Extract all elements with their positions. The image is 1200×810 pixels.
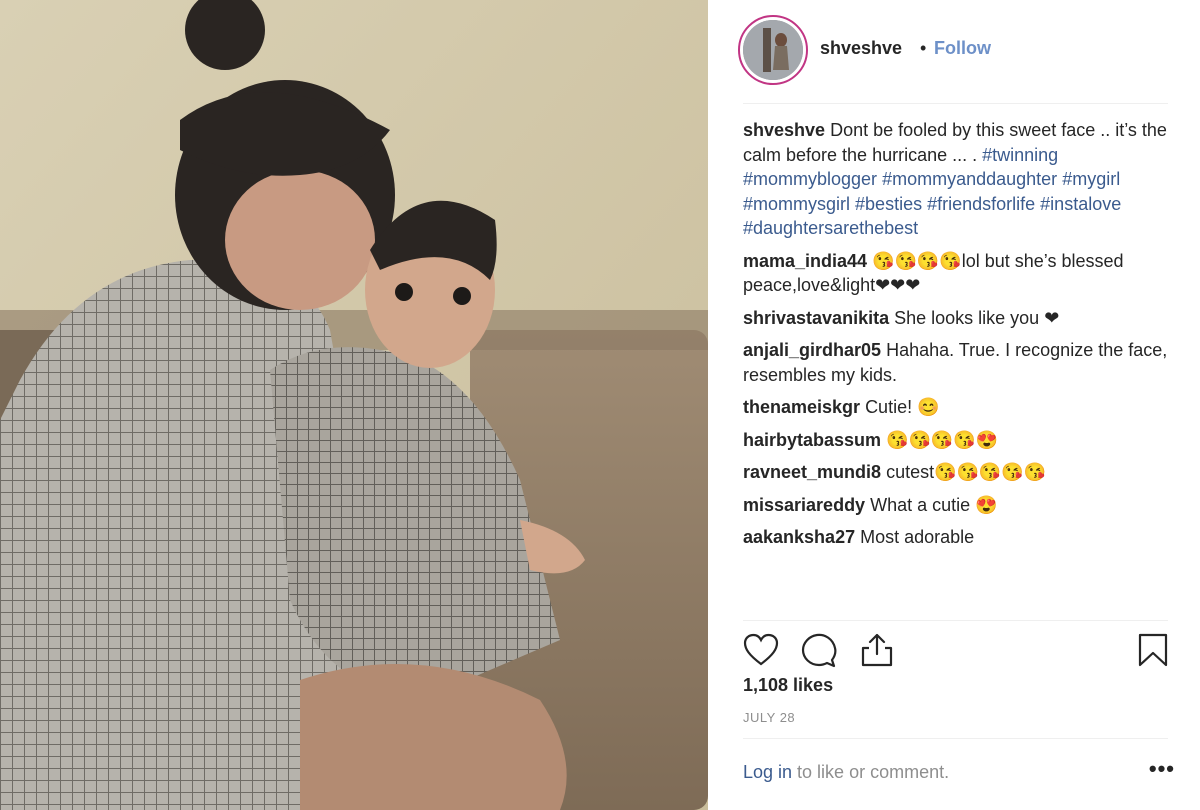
comment-item: ravneet_mundi8 cutest😘😘😘😘😘 (743, 460, 1175, 485)
login-divider (743, 738, 1168, 739)
comment-item: shrivastavanikita She looks like you ❤ (743, 306, 1175, 331)
like-button[interactable] (743, 630, 783, 670)
comment-item: missariareddy What a cutie 😍 (743, 493, 1175, 518)
post-photo[interactable] (0, 0, 708, 810)
hashtag[interactable]: #mommysgirl (743, 194, 850, 214)
header-username[interactable]: shveshve (820, 38, 902, 59)
share-icon (861, 633, 893, 667)
hashtag[interactable]: #friendsforlife (927, 194, 1035, 214)
comment-text: cutest😘😘😘😘😘 (886, 462, 1047, 482)
comment-item: anjali_girdhar05 Hahaha. True. I recogni… (743, 338, 1175, 387)
mother-daughter-photo (0, 0, 708, 810)
actions-divider (743, 620, 1168, 621)
comment-username[interactable]: thenameiskgr (743, 397, 860, 417)
comment-text: Most adorable (860, 527, 975, 547)
login-prompt: Log in to like or comment. ••• (743, 756, 1175, 783)
comment-item: mama_india44 😘😘😘😘lol but she’s blessed p… (743, 249, 1175, 298)
bookmark-icon (1138, 633, 1168, 667)
share-button[interactable] (859, 630, 899, 670)
hashtag[interactable]: #instalove (1040, 194, 1121, 214)
comment-username[interactable]: hairbytabassum (743, 430, 881, 450)
hashtag[interactable]: #mommyanddaughter (882, 169, 1057, 189)
caption: shveshve Dont be fooled by this sweet fa… (743, 118, 1175, 241)
hashtag[interactable]: #twinning (982, 145, 1058, 165)
comment-button[interactable] (801, 630, 841, 670)
comment-username[interactable]: missariareddy (743, 495, 865, 515)
heart-icon (743, 633, 779, 666)
comment-item: aakanksha27 Most adorable (743, 525, 1175, 550)
avatar-image (743, 20, 803, 80)
comment-username[interactable]: aakanksha27 (743, 527, 855, 547)
avatar[interactable] (743, 20, 803, 80)
comment-username[interactable]: ravneet_mundi8 (743, 462, 881, 482)
post-sidebar: shveshve • Follow shveshve Dont be foole… (708, 0, 1200, 810)
login-link[interactable]: Log in (743, 762, 792, 782)
comment-item: thenameiskgr Cutie! 😊 (743, 395, 1175, 420)
avatar-story-ring[interactable] (738, 15, 808, 85)
caption-username[interactable]: shveshve (743, 120, 825, 140)
likes-count[interactable]: 1,108 likes (743, 675, 833, 696)
login-prompt-text: to like or comment. (792, 762, 950, 782)
comment-text: Cutie! 😊 (865, 397, 940, 417)
comment-username[interactable]: shrivastavanikita (743, 308, 889, 328)
hashtag[interactable]: #mommyblogger (743, 169, 877, 189)
comment-icon (801, 633, 837, 668)
comment-username[interactable]: anjali_girdhar05 (743, 340, 881, 360)
follow-button[interactable]: Follow (934, 38, 991, 59)
post-date[interactable]: JULY 28 (743, 710, 795, 725)
save-button[interactable] (1137, 630, 1177, 670)
comment-item: hairbytabassum 😘😘😘😘😍 (743, 428, 1175, 453)
header-divider (743, 103, 1168, 104)
hashtag[interactable]: #mygirl (1062, 169, 1120, 189)
comments-list: shveshve Dont be fooled by this sweet fa… (743, 118, 1175, 558)
comment-username[interactable]: mama_india44 (743, 251, 867, 271)
hashtag[interactable]: #besties (855, 194, 922, 214)
comment-text: What a cutie 😍 (870, 494, 998, 515)
comment-text: She looks like you ❤ (894, 307, 1060, 328)
action-bar (743, 630, 1175, 670)
comment-text: 😘😘😘😘😍 (886, 429, 999, 450)
post-header: shveshve • Follow (708, 0, 1200, 103)
more-options-button[interactable]: ••• (1149, 756, 1175, 782)
separator-dot: • (920, 38, 927, 58)
hashtag[interactable]: #daughtersarethebest (743, 218, 918, 238)
